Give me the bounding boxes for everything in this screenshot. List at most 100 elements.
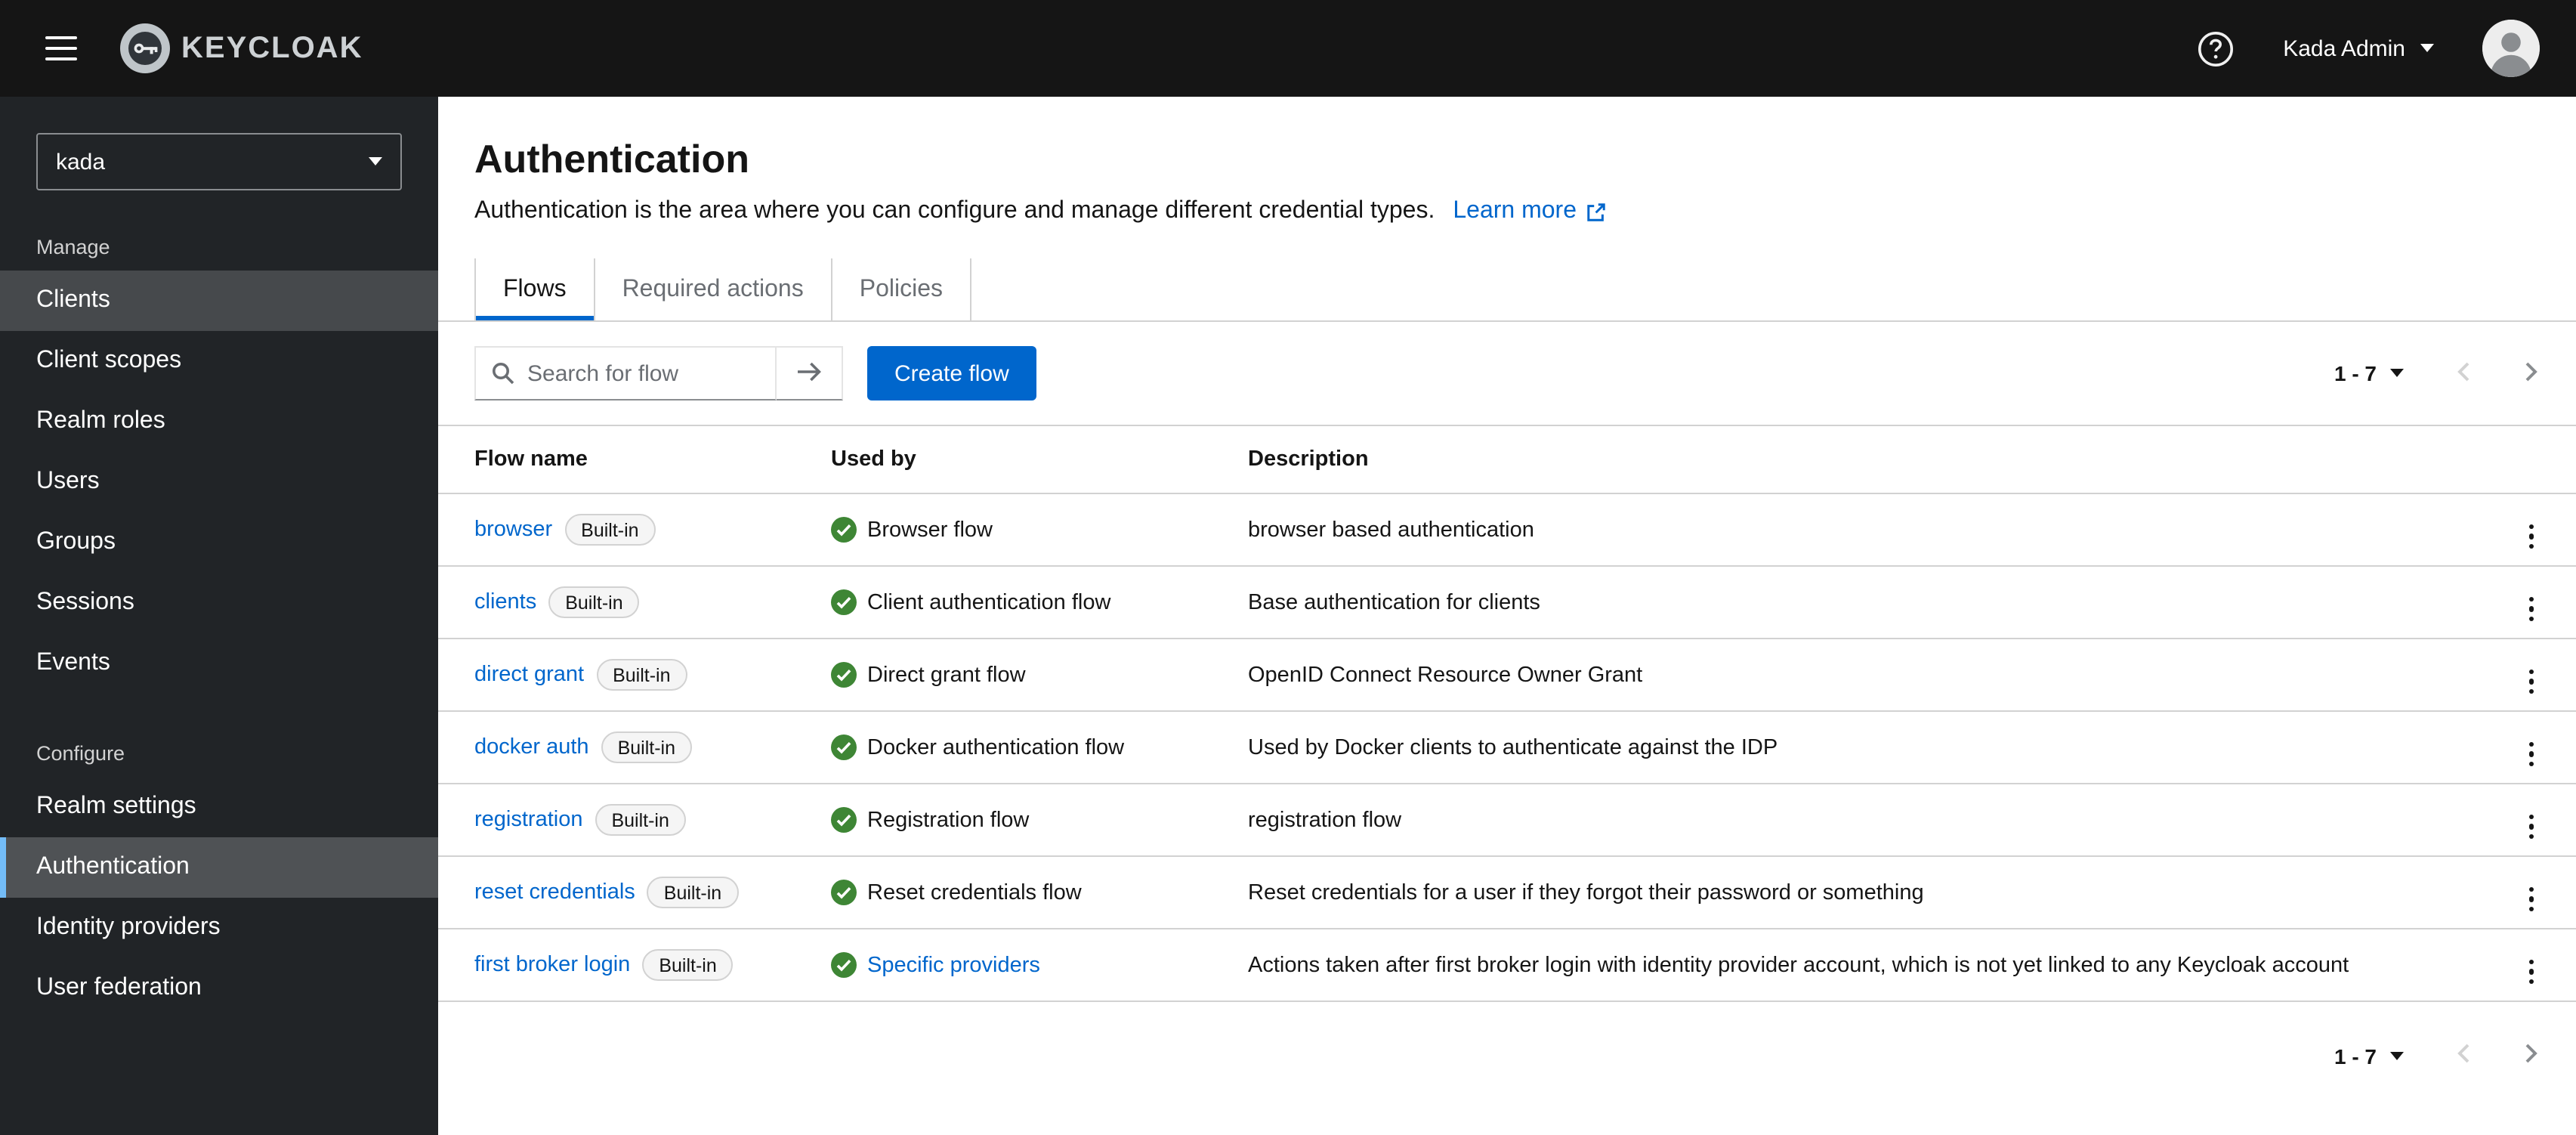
flow-name-link[interactable]: reset credentials bbox=[474, 880, 635, 905]
sidebar-item-groups[interactable]: Groups bbox=[0, 512, 438, 573]
page-subtitle: Authentication is the area where you can… bbox=[474, 198, 2540, 225]
kebab-menu-button[interactable] bbox=[2519, 886, 2543, 911]
sidebar-item-user-federation[interactable]: User federation bbox=[0, 958, 438, 1019]
topbar: KEYCLOAK Kada Admin bbox=[0, 0, 2576, 97]
kebab-menu-button[interactable] bbox=[2519, 814, 2543, 839]
used-by-text: Client authentication flow bbox=[867, 590, 1111, 614]
tab-required-actions[interactable]: Required actions bbox=[593, 258, 831, 320]
flow-name-link[interactable]: direct grant bbox=[474, 663, 584, 687]
flow-name-link[interactable]: clients bbox=[474, 590, 536, 614]
chevron-down-icon bbox=[2420, 44, 2434, 53]
sidebar-item-realm-settings[interactable]: Realm settings bbox=[0, 777, 438, 837]
help-icon[interactable] bbox=[2197, 29, 2235, 67]
tab-policies[interactable]: Policies bbox=[830, 258, 971, 320]
column-flow-name: Flow name bbox=[438, 426, 813, 494]
row-description: Base authentication for clients bbox=[1230, 566, 2455, 639]
nav-section-title: Manage bbox=[36, 236, 110, 258]
search-input[interactable] bbox=[476, 360, 775, 386]
chevron-right-icon bbox=[2523, 1041, 2540, 1070]
used-by-text[interactable]: Specific providers bbox=[867, 953, 1040, 977]
used-by-cell: Registration flow bbox=[831, 807, 1212, 833]
search-submit-button[interactable] bbox=[777, 346, 843, 400]
create-flow-button[interactable]: Create flow bbox=[867, 346, 1036, 400]
avatar[interactable] bbox=[2482, 20, 2540, 77]
user-menu[interactable]: Kada Admin bbox=[2274, 34, 2443, 63]
pagination-prev-button[interactable] bbox=[2455, 1035, 2472, 1076]
chevron-down-icon bbox=[2390, 1051, 2404, 1060]
learn-more-link[interactable]: Learn more bbox=[1453, 198, 1605, 225]
flow-name-link[interactable]: registration bbox=[474, 808, 582, 832]
tab-flows[interactable]: Flows bbox=[474, 258, 594, 320]
check-circle-icon bbox=[831, 735, 857, 760]
page-header: Authentication Authentication is the are… bbox=[438, 97, 2576, 225]
pagination-bottom: 1 - 7 bbox=[2325, 1035, 2540, 1076]
kebab-menu-button[interactable] bbox=[2519, 524, 2543, 549]
page-title: Authentication bbox=[474, 136, 749, 181]
used-by-cell: Direct grant flow bbox=[831, 662, 1212, 688]
flows-table: Flow name Used by Description browser Bui… bbox=[438, 426, 2576, 1002]
keycloak-admin-console: KEYCLOAK Kada Admin kada Manage Clients … bbox=[0, 0, 2576, 1135]
used-by-text: Browser flow bbox=[867, 518, 993, 542]
topbar-right: Kada Admin bbox=[2197, 20, 2540, 77]
chevron-left-icon bbox=[2455, 1041, 2472, 1070]
row-description: Actions taken after first broker login w… bbox=[1230, 929, 2455, 1002]
chevron-right-icon bbox=[2523, 359, 2540, 388]
pagination-top: 1 - 7 bbox=[2325, 353, 2540, 394]
used-by-text: Docker authentication flow bbox=[867, 735, 1125, 759]
sidebar-item-clients[interactable]: Clients bbox=[0, 271, 438, 331]
realm-selector[interactable]: kada bbox=[36, 133, 402, 190]
check-circle-icon bbox=[831, 517, 857, 543]
flow-name-link[interactable]: first broker login bbox=[474, 953, 630, 977]
nav-toggle-button[interactable] bbox=[36, 24, 86, 73]
nav-section-manage: Manage Clients Client scopes Realm roles… bbox=[0, 221, 438, 694]
flow-row: clients Built-in Client authentication fl… bbox=[438, 566, 2576, 639]
flow-search bbox=[474, 346, 843, 400]
search-icon bbox=[491, 361, 515, 393]
built-in-badge: Built-in bbox=[595, 804, 686, 836]
chevron-down-icon bbox=[2390, 369, 2404, 378]
pagination-menu-toggle[interactable]: 1 - 7 bbox=[2325, 1038, 2413, 1074]
kebab-menu-button[interactable] bbox=[2519, 959, 2543, 984]
used-by-text: Registration flow bbox=[867, 808, 1030, 832]
built-in-badge: Built-in bbox=[642, 949, 734, 981]
pagination-menu-toggle[interactable]: 1 - 7 bbox=[2325, 355, 2413, 391]
used-by-cell: Docker authentication flow bbox=[831, 735, 1212, 760]
row-description: registration flow bbox=[1230, 784, 2455, 857]
check-circle-icon bbox=[831, 952, 857, 978]
used-by-text: Reset credentials flow bbox=[867, 880, 1082, 905]
flow-row: reset credentials Built-in Reset credenti… bbox=[438, 856, 2576, 929]
sidebar-item-events[interactable]: Events bbox=[0, 633, 438, 694]
built-in-badge: Built-in bbox=[564, 514, 656, 546]
flow-name-link[interactable]: docker auth bbox=[474, 735, 589, 759]
nav-section-configure: Configure Realm settings Authentication … bbox=[0, 727, 438, 1019]
flow-name-link[interactable]: browser bbox=[474, 518, 552, 542]
sidebar-item-realm-roles[interactable]: Realm roles bbox=[0, 391, 438, 452]
check-circle-icon bbox=[831, 807, 857, 833]
flow-row: first broker login Built-in Specific prov… bbox=[438, 929, 2576, 1002]
external-link-icon bbox=[1586, 202, 1605, 221]
kebab-menu-button[interactable] bbox=[2519, 741, 2543, 766]
sidebar-item-users[interactable]: Users bbox=[0, 452, 438, 512]
toolbar: Create flow 1 - 7 bbox=[438, 322, 2576, 426]
sidebar-item-identity-providers[interactable]: Identity providers bbox=[0, 898, 438, 958]
built-in-badge: Built-in bbox=[548, 586, 640, 618]
built-in-badge: Built-in bbox=[601, 731, 692, 763]
pagination-prev-button[interactable] bbox=[2455, 353, 2472, 394]
row-description: Reset credentials for a user if they for… bbox=[1230, 856, 2455, 929]
realm-selector-value: kada bbox=[56, 149, 106, 175]
flow-row: registration Built-in Registration flow r… bbox=[438, 784, 2576, 857]
brand-wordmark: KEYCLOAK bbox=[181, 31, 363, 64]
kebab-menu-button[interactable] bbox=[2519, 596, 2543, 621]
sidebar-item-authentication[interactable]: Authentication bbox=[0, 837, 438, 898]
pagination-next-button[interactable] bbox=[2523, 353, 2540, 394]
chevron-left-icon bbox=[2455, 359, 2472, 388]
used-by-text: Direct grant flow bbox=[867, 663, 1026, 687]
pagination-next-button[interactable] bbox=[2523, 1035, 2540, 1076]
keycloak-logo-icon bbox=[119, 23, 171, 74]
pagination-bottom-wrap: 1 - 7 bbox=[438, 1002, 2576, 1109]
check-circle-icon bbox=[831, 589, 857, 615]
table-header-row: Flow name Used by Description bbox=[438, 426, 2576, 494]
sidebar-item-client-scopes[interactable]: Client scopes bbox=[0, 331, 438, 391]
sidebar-item-sessions[interactable]: Sessions bbox=[0, 573, 438, 633]
kebab-menu-button[interactable] bbox=[2519, 669, 2543, 694]
